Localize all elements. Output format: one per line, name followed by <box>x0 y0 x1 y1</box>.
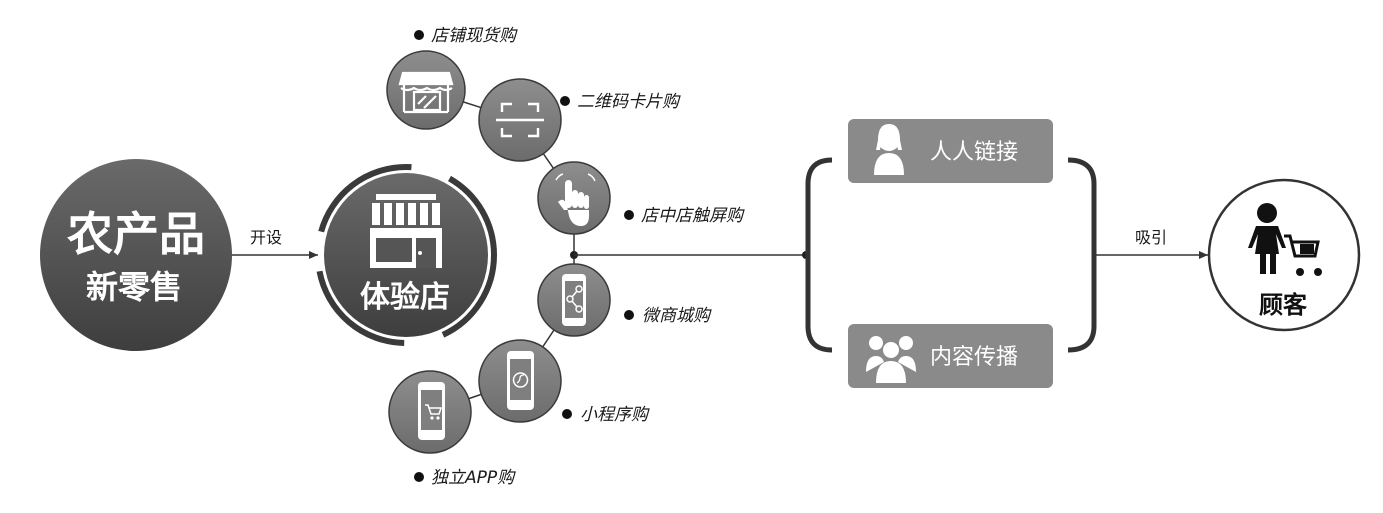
store-label: 体验店 <box>360 280 450 315</box>
source-title-line2: 新零售 <box>86 268 182 306</box>
channel-label-qr: 二维码卡片购 <box>560 92 681 112</box>
channel-label-app: 独立APP购 <box>414 468 516 488</box>
store-node: 体验店 <box>315 164 497 346</box>
channel-label-storefront: 店铺现货购 <box>414 26 518 46</box>
channel-touch <box>537 161 611 235</box>
method-box-person-link: 人人链接 <box>848 119 1053 183</box>
source-title-line1: 农产品 <box>67 207 205 261</box>
source-node: 农产品 新零售 <box>40 159 232 351</box>
channel-qr <box>478 78 562 162</box>
method-label-content: 内容传播 <box>930 345 1018 370</box>
left-bracket <box>805 157 833 353</box>
method-box-content: 内容传播 <box>848 324 1053 388</box>
channel-label-touch: 店中店触屏购 <box>624 206 745 226</box>
open-label: 开设 <box>250 228 282 247</box>
share-phone-icon <box>562 274 586 326</box>
svg-text:独立APP购: 独立APP购 <box>431 468 516 488</box>
svg-text:微商城购: 微商城购 <box>642 306 712 326</box>
customer-node: 顾客 <box>1207 178 1361 332</box>
channel-label-micro-mall: 微商城购 <box>624 306 712 326</box>
svg-text:店铺现货购: 店铺现货购 <box>431 26 518 46</box>
cart-phone-icon <box>418 382 445 440</box>
channel-app <box>388 370 472 454</box>
attract-label: 吸引 <box>1135 228 1167 247</box>
channel-micro-mall <box>537 263 611 337</box>
svg-text:小程序购: 小程序购 <box>580 405 650 425</box>
channel-storefront <box>386 50 466 130</box>
svg-text:店中店触屏购: 店中店触屏购 <box>641 206 745 226</box>
method-label-person-link: 人人链接 <box>930 140 1018 165</box>
mini-program-phone-icon <box>507 351 534 410</box>
channel-label-mini-program: 小程序购 <box>562 405 650 425</box>
channel-mini-program <box>478 339 562 423</box>
right-bracket <box>1067 157 1097 353</box>
customer-label: 顾客 <box>1259 291 1308 319</box>
svg-text:二维码卡片购: 二维码卡片购 <box>577 92 681 112</box>
